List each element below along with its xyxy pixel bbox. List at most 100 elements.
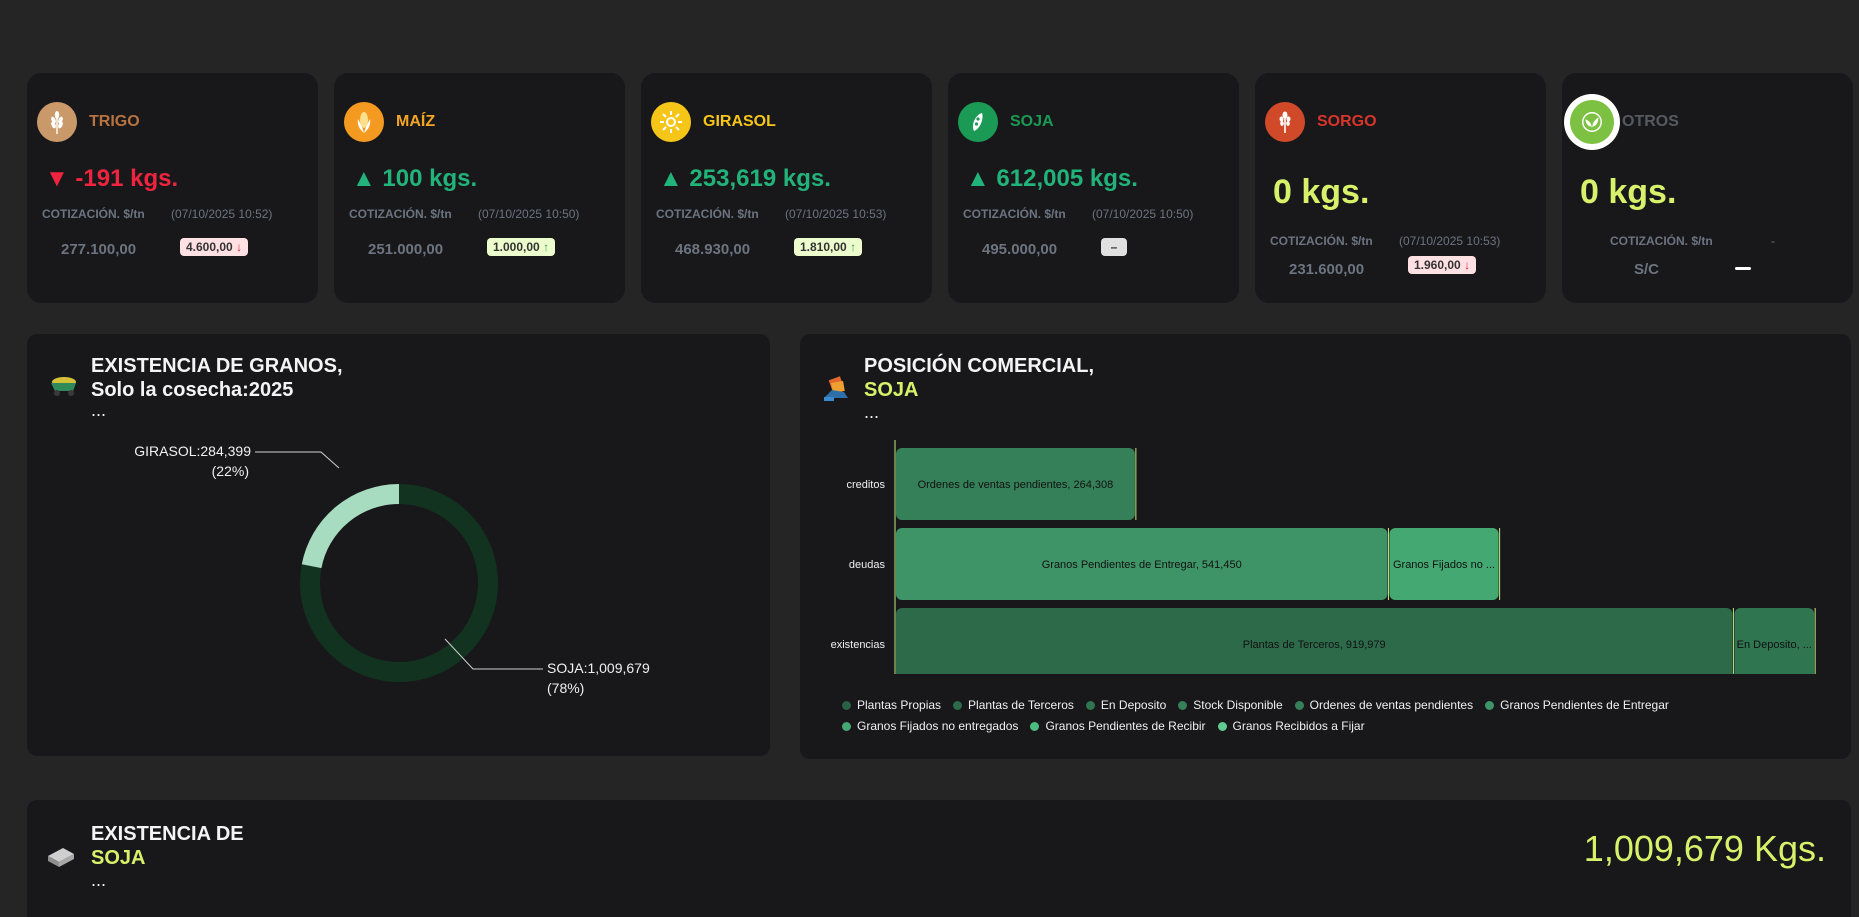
card-soja[interactable]: SOJA ▲ 612,005 kgs. COTIZACIÓN. $/tn (07… xyxy=(948,73,1239,303)
sorghum-icon xyxy=(1265,102,1305,142)
arrow-down-icon: ↓ xyxy=(236,240,243,254)
legend-item[interactable]: Granos Pendientes de Entregar xyxy=(1485,698,1669,712)
card-header: TRIGO xyxy=(37,102,140,142)
grain-name: OTROS xyxy=(1622,113,1679,130)
existencia-soja-panel: EXISTENCIA DE SOJA ... 1,009,679 Kgs. xyxy=(27,800,1851,917)
quote-date: (07/10/2025 10:50) xyxy=(478,207,580,221)
quote-label: COTIZACIÓN. $/tn xyxy=(349,207,452,221)
grain-name: GIRASOL xyxy=(703,113,776,130)
donut-slice-girasol[interactable] xyxy=(301,484,400,569)
soja-label: SOJA:1,009,679 xyxy=(547,660,650,676)
quote-date: (07/10/2025 10:53) xyxy=(1399,234,1501,248)
legend-label: Granos Recibidos a Fijar xyxy=(1232,719,1365,733)
legend-item[interactable]: Granos Pendientes de Recibir xyxy=(1030,719,1206,733)
legend-marker xyxy=(1030,721,1040,731)
legend-label: Stock Disponible xyxy=(1193,698,1283,712)
donut-chart: GIRASOL:284,399 (22%) SOJA:1,009,679 (78%) xyxy=(134,443,650,696)
legend-label: Granos Pendientes de Entregar xyxy=(1500,698,1669,712)
total-kgs: 1,009,679 Kgs. xyxy=(1583,828,1826,869)
legend-label: Granos Fijados no entregados xyxy=(857,719,1019,733)
quote-change-badge: 1.960,00 ↓ xyxy=(1408,256,1477,274)
legend-label: Plantas de Terceros xyxy=(968,698,1074,712)
card-otros[interactable]: OTROS 0 kgs. COTIZACIÓN. $/tn - S/C xyxy=(1562,73,1853,303)
card-header: MAÍZ xyxy=(344,102,435,142)
legend-label: En Deposito xyxy=(1100,698,1167,712)
soy-icon xyxy=(958,102,998,142)
badge-value: 1.960,00 xyxy=(1414,258,1461,272)
legend-marker xyxy=(1485,700,1495,710)
grain-name: SOJA xyxy=(1010,113,1054,130)
stock-delta: 0 kgs. xyxy=(1580,173,1677,211)
legend-item[interactable]: Plantas Propias xyxy=(842,698,941,712)
quote-change-badge: 1.810,00 ↑ xyxy=(794,238,863,256)
legend-marker xyxy=(842,721,851,731)
quote-change-badge: 4.600,00 ↓ xyxy=(180,238,249,256)
stock-delta: 0 kgs. xyxy=(1273,173,1370,211)
legend-item[interactable]: Granos Fijados no entregados xyxy=(842,719,1018,733)
bar-segment-label: Granos Fijados no ... xyxy=(1393,559,1495,571)
legend-label: Ordenes de ventas pendientes xyxy=(1309,698,1474,712)
title-line1: EXISTENCIA DE xyxy=(91,823,244,845)
leaf-icon xyxy=(1564,94,1620,150)
stock-delta: ▲ 100 kgs. xyxy=(352,165,478,192)
legend-label: Plantas Propias xyxy=(857,698,942,712)
stacked-bar-chart: creditos deudas existencias Ordenes de vent… xyxy=(831,440,1816,674)
bar-segment-label: En Deposito, ... xyxy=(1737,639,1812,651)
quote-date: (07/10/2025 10:50) xyxy=(1092,207,1194,221)
card-trigo[interactable]: TRIGO ▼ -191 kgs. COTIZACIÓN. $/tn (07/1… xyxy=(27,73,318,303)
arrow-up-icon: ↑ xyxy=(543,240,550,254)
grain-cards: TRIGO ▼ -191 kgs. COTIZACIÓN. $/tn (07/1… xyxy=(27,73,1853,303)
arrow-down-icon: ↓ xyxy=(1464,258,1471,272)
quote-date: - xyxy=(1771,234,1775,248)
title-line2: Solo la cosecha:2025 xyxy=(91,379,294,401)
grain-name: MAÍZ xyxy=(396,113,436,130)
category-label-deudas: deudas xyxy=(849,559,886,571)
legend-item[interactable]: En Deposito xyxy=(1085,698,1167,712)
quote-price: 277.100,00 xyxy=(61,241,137,258)
card-sorgo[interactable]: SORGO 0 kgs. COTIZACIÓN. $/tn (07/10/202… xyxy=(1255,73,1546,303)
legend-marker xyxy=(1178,700,1188,710)
grain-name: TRIGO xyxy=(89,113,140,130)
quote-date: (07/10/2025 10:52) xyxy=(171,207,273,221)
more-options-button[interactable]: ... xyxy=(864,402,879,423)
quote-change-badge: – xyxy=(1101,238,1127,256)
badge-value: 1.000,00 xyxy=(493,240,540,254)
chart-legend: Plantas Propias Plantas de Terceros En Dep… xyxy=(842,698,1842,733)
sunflower-icon xyxy=(651,102,691,142)
card-header: OTROS xyxy=(1564,94,1679,150)
stock-delta: ▲ 612,005 kgs. xyxy=(966,165,1138,192)
corn-icon xyxy=(344,102,384,142)
silo-bag-icon xyxy=(48,848,74,867)
quote-label: COTIZACIÓN. $/tn xyxy=(963,207,1066,221)
girasol-leader-line xyxy=(255,451,340,469)
title-line1: EXISTENCIA DE GRANOS, xyxy=(91,355,343,377)
no-change-indicator xyxy=(1735,267,1751,270)
bar-segment-label: Ordenes de ventas pendientes, 264,308 xyxy=(918,479,1114,491)
legend-item[interactable]: Plantas de Terceros xyxy=(953,698,1074,712)
title-line1: POSICIÓN COMERCIAL, xyxy=(864,355,1095,377)
card-header: GIRASOL xyxy=(651,102,776,142)
soja-percent: (78%) xyxy=(547,680,584,696)
more-options-button[interactable]: ... xyxy=(91,400,106,421)
card-maiz[interactable]: MAÍZ ▲ 100 kgs. COTIZACIÓN. $/tn (07/10/… xyxy=(334,73,625,303)
girasol-percent: (22%) xyxy=(212,463,249,479)
hand-money-icon xyxy=(824,376,848,401)
legend-item[interactable]: Ordenes de ventas pendientes xyxy=(1294,698,1474,712)
more-options-button[interactable]: ... xyxy=(91,870,106,891)
legend-item[interactable]: Stock Disponible xyxy=(1178,698,1283,712)
legend-item[interactable]: Granos Recibidos a Fijar xyxy=(1217,719,1365,733)
title-line2: SOJA xyxy=(864,379,919,401)
quote-label: COTIZACIÓN. $/tn xyxy=(656,207,759,221)
card-header: SORGO xyxy=(1265,102,1377,142)
category-label-creditos: creditos xyxy=(846,479,885,491)
card-girasol[interactable]: GIRASOL ▲ 253,619 kgs. COTIZACIÓN. $/tn … xyxy=(641,73,932,303)
stock-delta: ▲ 253,619 kgs. xyxy=(659,165,831,192)
stock-delta: ▼ -191 kgs. xyxy=(45,165,179,192)
legend-marker xyxy=(1085,700,1095,710)
panel-title: EXISTENCIA DE GRANOS, Solo la cosecha:20… xyxy=(91,354,343,402)
quote-price: 468.930,00 xyxy=(675,241,751,258)
legend-marker xyxy=(1294,700,1304,710)
bar-segment-label: Plantas de Terceros, 919,979 xyxy=(1243,639,1386,651)
quote-label: COTIZACIÓN. $/tn xyxy=(1610,234,1713,248)
quote-label: COTIZACIÓN. $/tn xyxy=(1270,234,1373,248)
